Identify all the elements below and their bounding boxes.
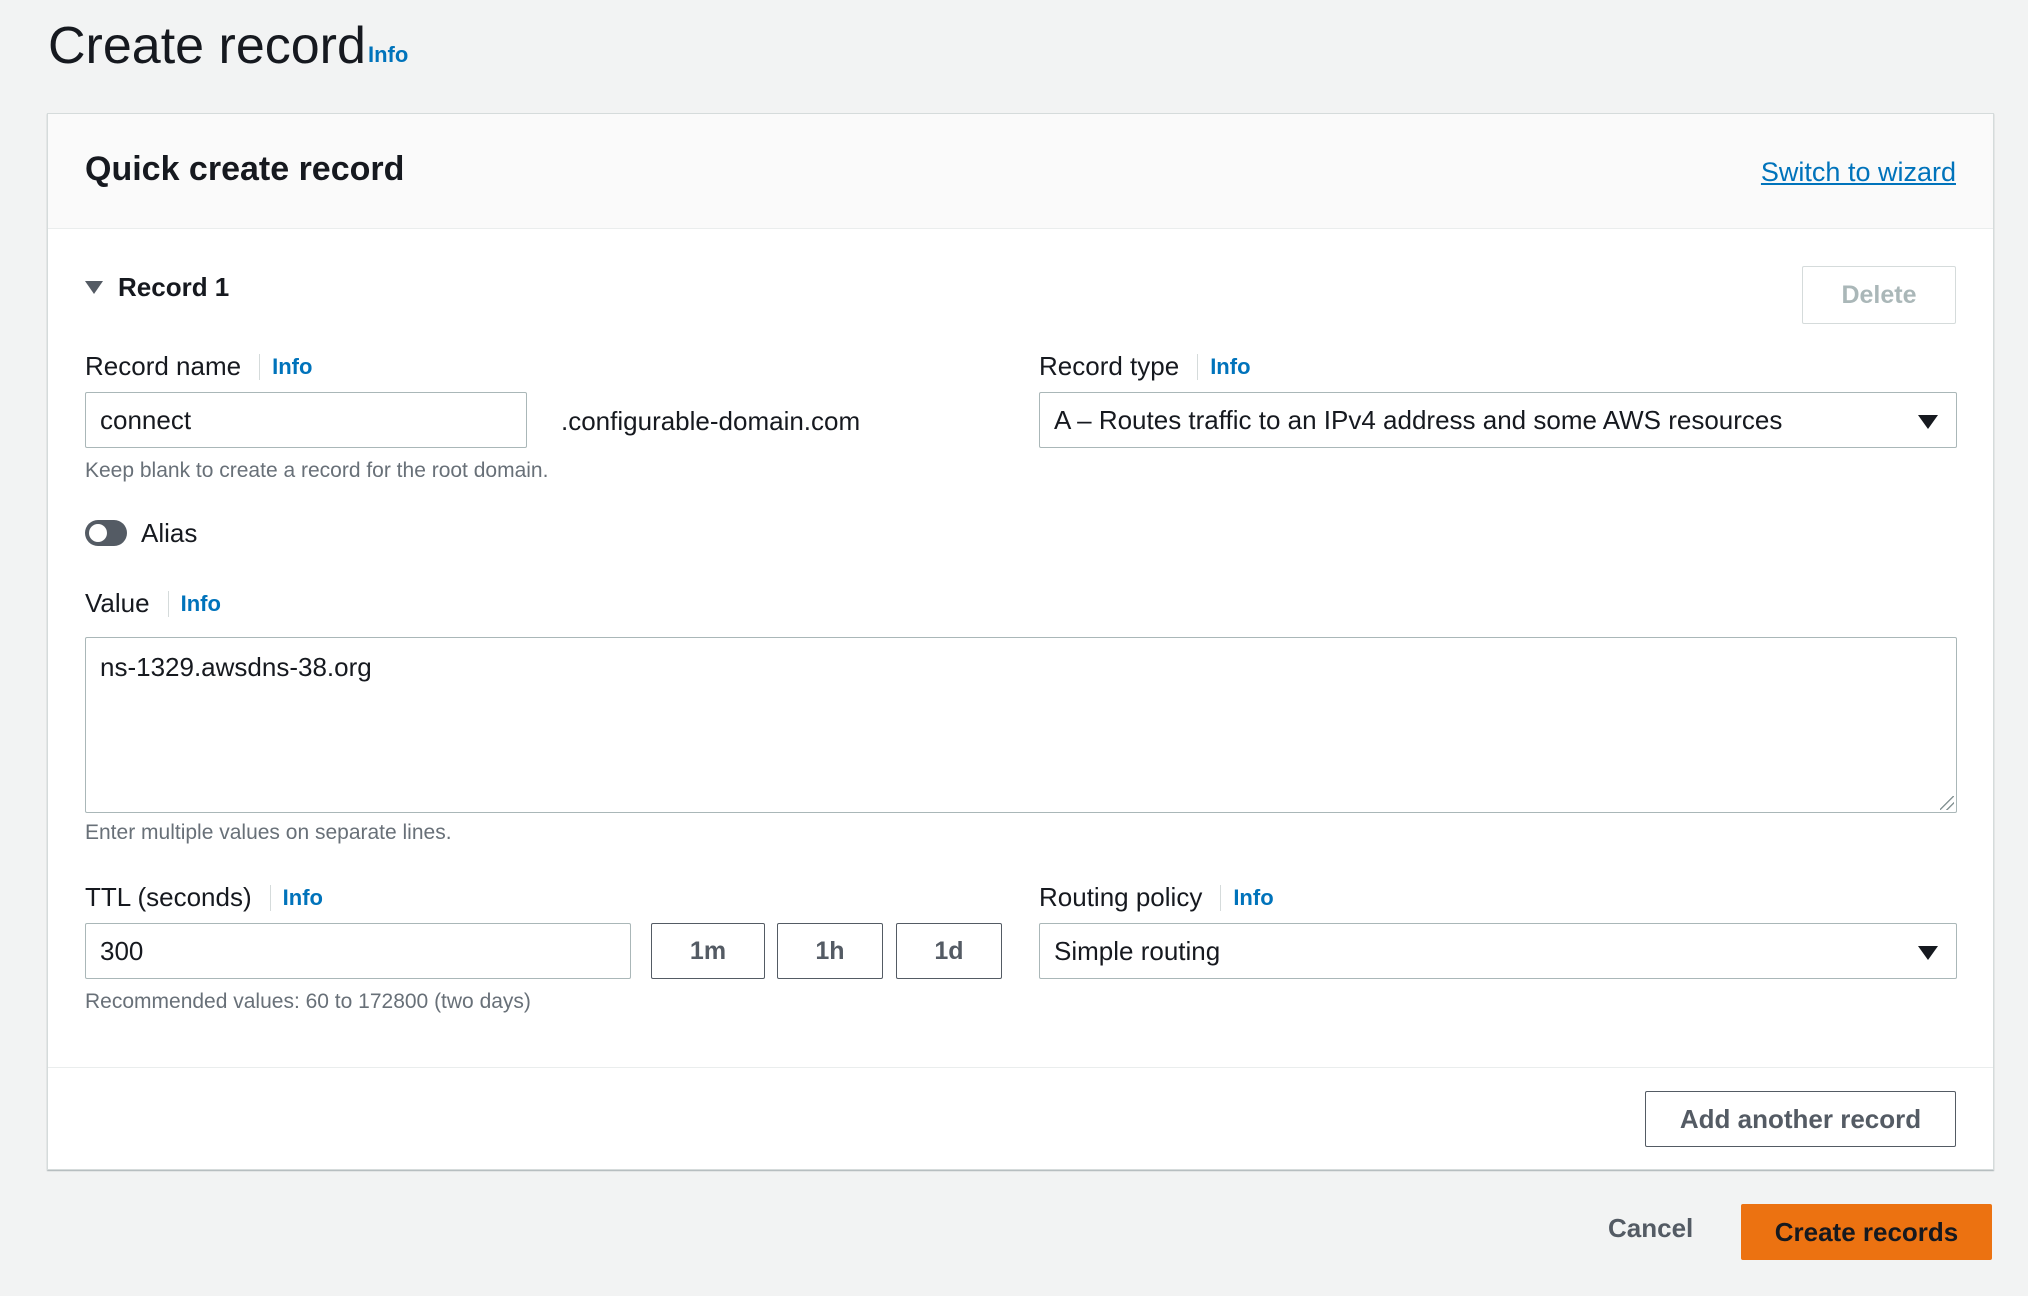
panel-header: Quick create record Switch to wizard <box>48 114 1993 229</box>
record-expand-toggle[interactable]: Record 1 <box>85 272 229 303</box>
domain-suffix: .configurable-domain.com <box>561 406 861 436</box>
value-label-text: Value <box>85 588 150 618</box>
dropdown-arrow-icon <box>1918 946 1938 960</box>
record-type-select[interactable]: A – Routes traffic to an IPv4 address an… <box>1039 392 1957 448</box>
alias-label: Alias <box>141 518 198 548</box>
panel-divider <box>48 1067 1993 1068</box>
ttl-input[interactable]: 300 <box>85 923 631 979</box>
ttl-hint: Recommended values: 60 to 172800 (two da… <box>85 990 531 1013</box>
ttl-info-link[interactable]: Info <box>269 884 323 911</box>
alias-toggle[interactable] <box>85 520 127 546</box>
routing-policy-label: Routing policy Info <box>1039 882 1274 913</box>
routing-policy-info-link[interactable]: Info <box>1220 884 1274 911</box>
record-name-value: connect <box>100 404 192 435</box>
toggle-knob <box>89 524 107 542</box>
ttl-label-text: TTL (seconds) <box>85 882 252 912</box>
record-type-info-link[interactable]: Info <box>1197 353 1251 380</box>
quick-create-panel: Quick create record Switch to wizard Rec… <box>47 113 1994 1170</box>
cancel-button[interactable]: Cancel <box>1608 1213 1693 1244</box>
routing-policy-label-text: Routing policy <box>1039 882 1203 912</box>
record-type-label: Record type Info <box>1039 351 1251 382</box>
panel-title: Quick create record <box>85 150 405 188</box>
record-name-label: Record name Info <box>85 351 312 382</box>
record-heading: Record 1 <box>118 272 230 302</box>
delete-button[interactable]: Delete <box>1802 266 1956 324</box>
page-title: Create record <box>48 17 366 75</box>
ttl-value: 300 <box>100 935 144 966</box>
record-type-selected: A – Routes traffic to an IPv4 address an… <box>1054 404 1783 435</box>
caret-down-icon <box>85 281 103 294</box>
record-name-label-text: Record name <box>85 351 242 381</box>
routing-policy-selected: Simple routing <box>1054 935 1221 966</box>
ttl-label: TTL (seconds) Info <box>85 882 323 913</box>
value-text: ns-1329.awsdns-38.org <box>100 652 372 682</box>
value-hint: Enter multiple values on separate lines. <box>85 821 452 844</box>
record-name-info-link[interactable]: Info <box>259 353 312 380</box>
routing-policy-select[interactable]: Simple routing <box>1039 923 1957 979</box>
page-info-link[interactable]: Info <box>368 42 408 68</box>
dropdown-arrow-icon <box>1918 415 1938 429</box>
resize-grip-icon[interactable] <box>1940 796 1954 810</box>
record-name-input[interactable]: connect <box>85 392 527 448</box>
create-records-button[interactable]: Create records <box>1741 1204 1992 1260</box>
ttl-preset-1m-button[interactable]: 1m <box>651 923 765 979</box>
value-info-link[interactable]: Info <box>167 590 221 617</box>
record-name-hint: Keep blank to create a record for the ro… <box>85 459 549 482</box>
record-type-label-text: Record type <box>1039 351 1180 381</box>
value-textarea[interactable]: ns-1329.awsdns-38.org <box>85 637 1957 813</box>
ttl-preset-1d-button[interactable]: 1d <box>896 923 1002 979</box>
value-label: Value Info <box>85 588 221 619</box>
ttl-preset-1h-button[interactable]: 1h <box>777 923 883 979</box>
add-another-record-button[interactable]: Add another record <box>1645 1091 1956 1147</box>
switch-to-wizard-link[interactable]: Switch to wizard <box>1761 157 1956 188</box>
